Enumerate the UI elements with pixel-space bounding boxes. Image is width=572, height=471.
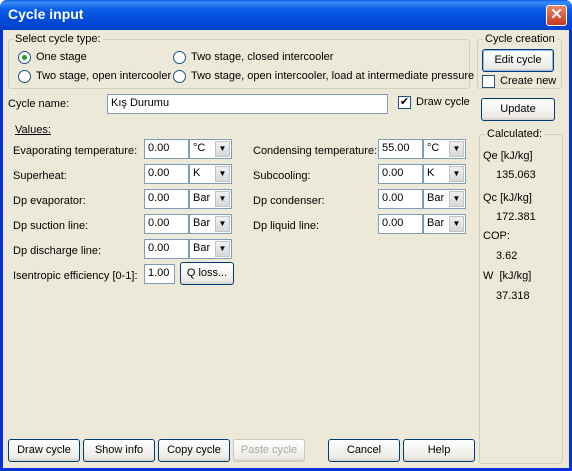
condensing-temperature-label: Condensing temperature: (253, 145, 378, 157)
paste-cycle-button[interactable]: Paste cycle (233, 439, 305, 462)
dp-suction-line-input[interactable]: 0.00 (144, 214, 189, 234)
dp-evaporator-unit-select[interactable]: Bar ▼ (189, 189, 232, 209)
evaporating-temperature-label: Evaporating temperature: (13, 145, 138, 157)
dp-discharge-line-input[interactable]: 0.00 (144, 239, 189, 259)
dp-evaporator-input[interactable]: 0.00 (144, 189, 189, 209)
dp-evaporator-unit: Bar (193, 192, 211, 204)
help-button[interactable]: Help (403, 439, 475, 462)
close-icon[interactable]: ✕ (546, 5, 567, 26)
radio-two-stage-open[interactable] (18, 70, 31, 83)
chevron-down-icon[interactable]: ▼ (449, 216, 464, 232)
subcooling-label: Subcooling: (253, 170, 311, 182)
radio-one-stage[interactable] (18, 51, 31, 64)
chevron-down-icon[interactable]: ▼ (215, 216, 230, 232)
cycle-type-legend: Select cycle type: (13, 33, 103, 45)
superheat-unit: K (193, 167, 201, 179)
window-title: Cycle input (8, 6, 84, 22)
dp-condenser-unit-select[interactable]: Bar ▼ (423, 189, 466, 209)
dp-liquid-line-input[interactable]: 0.00 (378, 214, 423, 234)
update-button[interactable]: Update (481, 98, 555, 121)
qe-label: Qe [kJ/kg] (483, 150, 533, 162)
calculated-legend: Calculated: (485, 128, 545, 140)
dp-liquid-line-unit: Bar (427, 217, 445, 229)
cycle-name-input[interactable]: Kış Durumu (107, 94, 388, 114)
chevron-down-icon[interactable]: ▼ (449, 191, 464, 207)
radio-two-stage-open-label[interactable]: Two stage, open intercooler (36, 70, 171, 82)
chevron-down-icon[interactable]: ▼ (449, 141, 464, 157)
condensing-temperature-input[interactable]: 55.00 (378, 139, 423, 159)
values-heading: Values: (15, 124, 51, 136)
chevron-down-icon[interactable]: ▼ (215, 191, 230, 207)
subcooling-input[interactable]: 0.00 (378, 164, 423, 184)
cycle-name-label: Cycle name: (8, 98, 70, 110)
draw-cycle-checkbox[interactable]: ✔ (398, 96, 411, 109)
dp-discharge-line-label: Dp discharge line: (13, 245, 102, 257)
condensing-temperature-unit-select[interactable]: °C ▼ (423, 139, 466, 159)
cop-value: 3.62 (496, 250, 518, 262)
dp-condenser-input[interactable]: 0.00 (378, 189, 423, 209)
title-bar[interactable]: Cycle input ✕ (0, 0, 572, 30)
qc-label: Qc [kJ/kg] (483, 192, 532, 204)
dp-liquid-line-unit-select[interactable]: Bar ▼ (423, 214, 466, 234)
draw-cycle-button[interactable]: Draw cycle (8, 439, 80, 462)
evaporating-temperature-unit-select[interactable]: °C ▼ (189, 139, 232, 159)
cycle-creation-legend: Cycle creation (483, 33, 557, 45)
cop-label: COP: (483, 230, 510, 242)
w-value: 37.318 (496, 290, 530, 302)
superheat-unit-select[interactable]: K ▼ (189, 164, 232, 184)
radio-two-stage-open-load[interactable] (173, 70, 186, 83)
dp-suction-line-unit: Bar (193, 217, 211, 229)
dp-discharge-line-unit-select[interactable]: Bar ▼ (189, 239, 232, 259)
dp-condenser-unit: Bar (427, 192, 445, 204)
chevron-down-icon[interactable]: ▼ (449, 166, 464, 182)
radio-two-stage-closed[interactable] (173, 51, 186, 64)
radio-one-stage-label[interactable]: One stage (36, 51, 87, 63)
subcooling-unit-select[interactable]: K ▼ (423, 164, 466, 184)
draw-cycle-checkbox-label[interactable]: Draw cycle (416, 96, 470, 108)
condensing-temperature-unit: °C (427, 142, 440, 154)
isentropic-efficiency-input[interactable]: 1.00 (144, 264, 175, 284)
dp-liquid-line-label: Dp liquid line: (253, 220, 320, 232)
evaporating-temperature-input[interactable]: 0.00 (144, 139, 189, 159)
dp-discharge-line-unit: Bar (193, 242, 211, 254)
chevron-down-icon[interactable]: ▼ (215, 141, 230, 157)
evaporating-temperature-unit: °C (193, 142, 206, 154)
edit-cycle-button[interactable]: Edit cycle (482, 49, 554, 72)
chevron-down-icon[interactable]: ▼ (215, 166, 230, 182)
radio-two-stage-closed-label[interactable]: Two stage, closed intercooler (191, 51, 333, 63)
superheat-input[interactable]: 0.00 (144, 164, 189, 184)
dp-suction-line-unit-select[interactable]: Bar ▼ (189, 214, 232, 234)
superheat-label: Superheat: (13, 170, 67, 182)
cancel-button[interactable]: Cancel (328, 439, 400, 462)
isentropic-efficiency-label: Isentropic efficiency [0-1]: (13, 270, 138, 282)
radio-two-stage-open-load-label[interactable]: Two stage, open intercooler, load at int… (191, 70, 474, 82)
subcooling-unit: K (427, 167, 435, 179)
q-loss-button[interactable]: Q loss... (180, 262, 234, 285)
create-new-label[interactable]: Create new (500, 75, 556, 87)
dp-suction-line-label: Dp suction line: (13, 220, 89, 232)
copy-cycle-button[interactable]: Copy cycle (158, 439, 230, 462)
qe-value: 135.063 (496, 169, 536, 181)
dp-evaporator-label: Dp evaporator: (13, 195, 86, 207)
dp-condenser-label: Dp condenser: (253, 195, 325, 207)
w-label: W [kJ/kg] (483, 270, 532, 282)
show-info-button[interactable]: Show info (83, 439, 155, 462)
chevron-down-icon[interactable]: ▼ (215, 241, 230, 257)
create-new-checkbox[interactable] (482, 75, 495, 88)
cycle-input-window: Cycle input ✕ Select cycle type: One sta… (0, 0, 572, 471)
dialog-body: Select cycle type: One stage Two stage, … (3, 30, 569, 468)
qc-value: 172.381 (496, 211, 536, 223)
